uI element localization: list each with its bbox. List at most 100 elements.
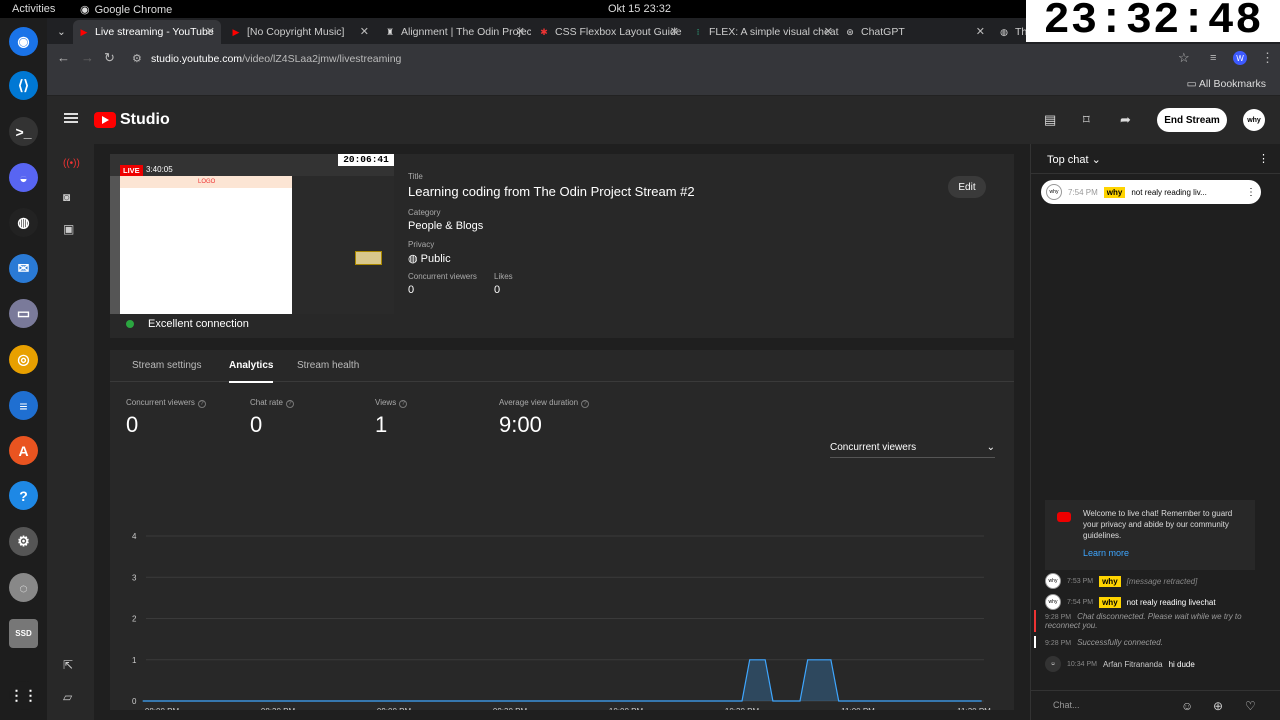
tab-search-button[interactable]: ⌄ xyxy=(51,20,71,44)
bookmark-star-icon[interactable]: ☆ xyxy=(1178,50,1190,66)
end-stream-button[interactable]: End Stream xyxy=(1157,108,1227,132)
software-icon[interactable]: A xyxy=(9,436,38,465)
writer-icon[interactable]: ≡ xyxy=(9,391,38,420)
discord-icon[interactable]: ◒ xyxy=(9,163,38,192)
obs-icon[interactable]: ◍ xyxy=(9,208,38,237)
metric-dropdown[interactable]: Concurrent viewers ⌄ xyxy=(830,442,995,458)
emoji-icon[interactable]: ☺ xyxy=(1181,699,1193,713)
share-icon[interactable]: ➦ xyxy=(1120,112,1131,128)
close-icon[interactable]: ✕ xyxy=(516,25,525,38)
metric-label-text: Average view duration xyxy=(499,398,579,407)
studio-logo[interactable]: Studio xyxy=(94,111,170,129)
reload-icon[interactable]: ↻ xyxy=(104,50,115,66)
help-icon[interactable]: ? xyxy=(285,400,294,408)
tab-3[interactable]: ✱ CSS Flexbox Layout Guide ✕ xyxy=(533,20,685,44)
channel-avatar[interactable]: why xyxy=(1243,109,1265,131)
message-time: 9:28 PM xyxy=(1045,640,1072,647)
youtube-icon xyxy=(1057,512,1071,522)
stream-preview[interactable]: LOGO LIVE 3:40:05 20:06:41 xyxy=(110,154,394,314)
tab-stream-settings[interactable]: Stream settings xyxy=(132,360,201,371)
metric-1: Chat rate? 0 xyxy=(250,398,294,438)
apps-grid-icon[interactable]: ⋮⋮ xyxy=(9,681,38,710)
add-icon[interactable]: ⊕ xyxy=(1213,699,1223,713)
close-icon[interactable]: ✕ xyxy=(976,25,985,38)
tab-analytics[interactable]: Analytics xyxy=(229,360,274,383)
heart-icon[interactable]: ♡ xyxy=(1245,699,1256,713)
message-author[interactable]: why xyxy=(1099,596,1121,608)
url-field[interactable]: studio.youtube.com/video/lZ4SLaa2jmw/liv… xyxy=(151,53,401,65)
close-icon[interactable]: ✕ xyxy=(670,25,679,38)
bookmark-icon[interactable]: ⌑ xyxy=(1083,112,1090,128)
tab-5[interactable]: ⊛ ChatGPT ✕ xyxy=(839,20,991,44)
x-tick-label: 08:30 PM xyxy=(261,707,296,710)
tab-label: Live streaming - YouTube xyxy=(95,26,214,38)
message-author[interactable]: Arfan Fitrananda xyxy=(1103,660,1163,669)
learn-more-link[interactable]: Learn more xyxy=(1083,547,1247,559)
tab-2[interactable]: ♜ Alignment | The Odin Project ✕ xyxy=(379,20,531,44)
avatar: why xyxy=(1046,184,1062,200)
edit-button[interactable]: Edit xyxy=(948,176,986,198)
terminal-icon[interactable]: >_ xyxy=(9,117,38,146)
tab-label: [No Copyright Music] xyxy=(247,26,345,38)
live-broadcast-icon[interactable]: ((•)) xyxy=(63,158,80,169)
close-icon[interactable]: ✕ xyxy=(360,25,369,38)
help-icon[interactable]: ? xyxy=(197,400,206,408)
message-text: not realy reading livechat xyxy=(1126,597,1216,607)
date-time[interactable]: Okt 15 23:32 xyxy=(608,3,671,15)
overlay-clock: 23:32:48 xyxy=(1026,0,1280,43)
viewers-chart[interactable]: 0 1 2 3 4 08:00 PM 08:30 PM 09:00 PM 09:30 PM 10:… xyxy=(110,480,1014,710)
back-icon[interactable]: ← xyxy=(57,50,70,65)
chat-mode-select[interactable]: Top chat xyxy=(1047,154,1089,166)
chat-menu-icon[interactable]: ⋮ xyxy=(1258,152,1269,165)
tab-1[interactable]: ▶ [No Copyright Music] ✕ xyxy=(225,20,375,44)
privacy-value: ◍ Public xyxy=(408,253,451,265)
close-icon[interactable]: ✕ xyxy=(206,25,215,38)
media-controls-icon[interactable]: ≡ xyxy=(1210,52,1216,64)
settings-icon[interactable]: ⚙ xyxy=(9,527,38,556)
message-time: 9:28 PM xyxy=(1045,614,1072,621)
close-icon[interactable]: ✕ xyxy=(824,25,833,38)
ssd-icon[interactable]: SSD xyxy=(9,619,38,648)
tab-4[interactable]: ⁝ FLEX: A simple visual cheatsheet✕ xyxy=(687,20,839,44)
stream-info-card: LOGO LIVE 3:40:05 20:06:41 Title Learning… xyxy=(110,154,1014,338)
help-icon[interactable]: ? xyxy=(9,481,38,510)
pinned-menu-icon[interactable]: ⋮ xyxy=(1246,187,1256,198)
help-icon[interactable]: ? xyxy=(399,400,408,408)
chat-header: Top chat ⌄ ⋮ xyxy=(1031,144,1280,174)
activities-button[interactable]: Activities xyxy=(12,3,55,15)
help-icon[interactable]: ? xyxy=(581,400,590,408)
profile-avatar[interactable]: W xyxy=(1233,51,1247,65)
tab-0[interactable]: ▶ Live streaming - YouTube ✕ xyxy=(73,20,221,44)
metric-label: Concurrent viewers? xyxy=(126,398,206,408)
chevron-down-icon[interactable]: ⌄ xyxy=(1092,154,1101,166)
clapperboard-icon[interactable]: ▤ xyxy=(1044,112,1056,128)
title-label: Title xyxy=(408,172,423,181)
calendar-icon[interactable]: ▣ xyxy=(63,222,74,236)
category-value: People & Blogs xyxy=(408,220,484,232)
message-author[interactable]: why xyxy=(1099,575,1121,587)
tab-stream-health[interactable]: Stream health xyxy=(297,360,359,371)
app-menu[interactable]: ◉ Google Chrome xyxy=(80,3,172,17)
files-icon[interactable]: ▭ xyxy=(9,299,38,328)
chat-input[interactable]: Chat... ☺ ⊕ ♡ xyxy=(1031,690,1280,720)
site-info-icon[interactable]: ⚙ xyxy=(132,52,142,65)
thunderbird-icon[interactable]: ✉ xyxy=(9,254,38,283)
all-bookmarks[interactable]: ▭ All Bookmarks xyxy=(1187,78,1266,90)
forward-icon[interactable]: → xyxy=(81,50,94,65)
url-path: /video/lZ4SLaa2jmw/livestreaming xyxy=(242,53,402,65)
camera-icon[interactable]: ◙ xyxy=(63,190,70,204)
hamburger-menu-icon[interactable] xyxy=(64,113,78,123)
category-label: Category xyxy=(408,208,441,217)
chrome-icon[interactable]: ◉ xyxy=(9,27,38,56)
browser-menu-icon[interactable]: ⋮ xyxy=(1261,50,1274,66)
external-link-icon[interactable]: ⇱ xyxy=(63,658,73,672)
feedback-icon[interactable]: ▱ xyxy=(63,690,72,704)
disk-icon[interactable]: ◌ xyxy=(9,573,38,602)
rhythmbox-icon[interactable]: ◎ xyxy=(9,345,38,374)
css-icon: ✱ xyxy=(540,26,548,37)
status-bar xyxy=(1034,636,1036,648)
privacy-field: Privacy ◍ Public xyxy=(408,240,451,265)
vscode-icon[interactable]: ⟨⟩ xyxy=(9,71,38,100)
series-area xyxy=(142,659,982,701)
pinned-message[interactable]: why 7:54 PM why not realy reading liv...… xyxy=(1041,180,1261,204)
